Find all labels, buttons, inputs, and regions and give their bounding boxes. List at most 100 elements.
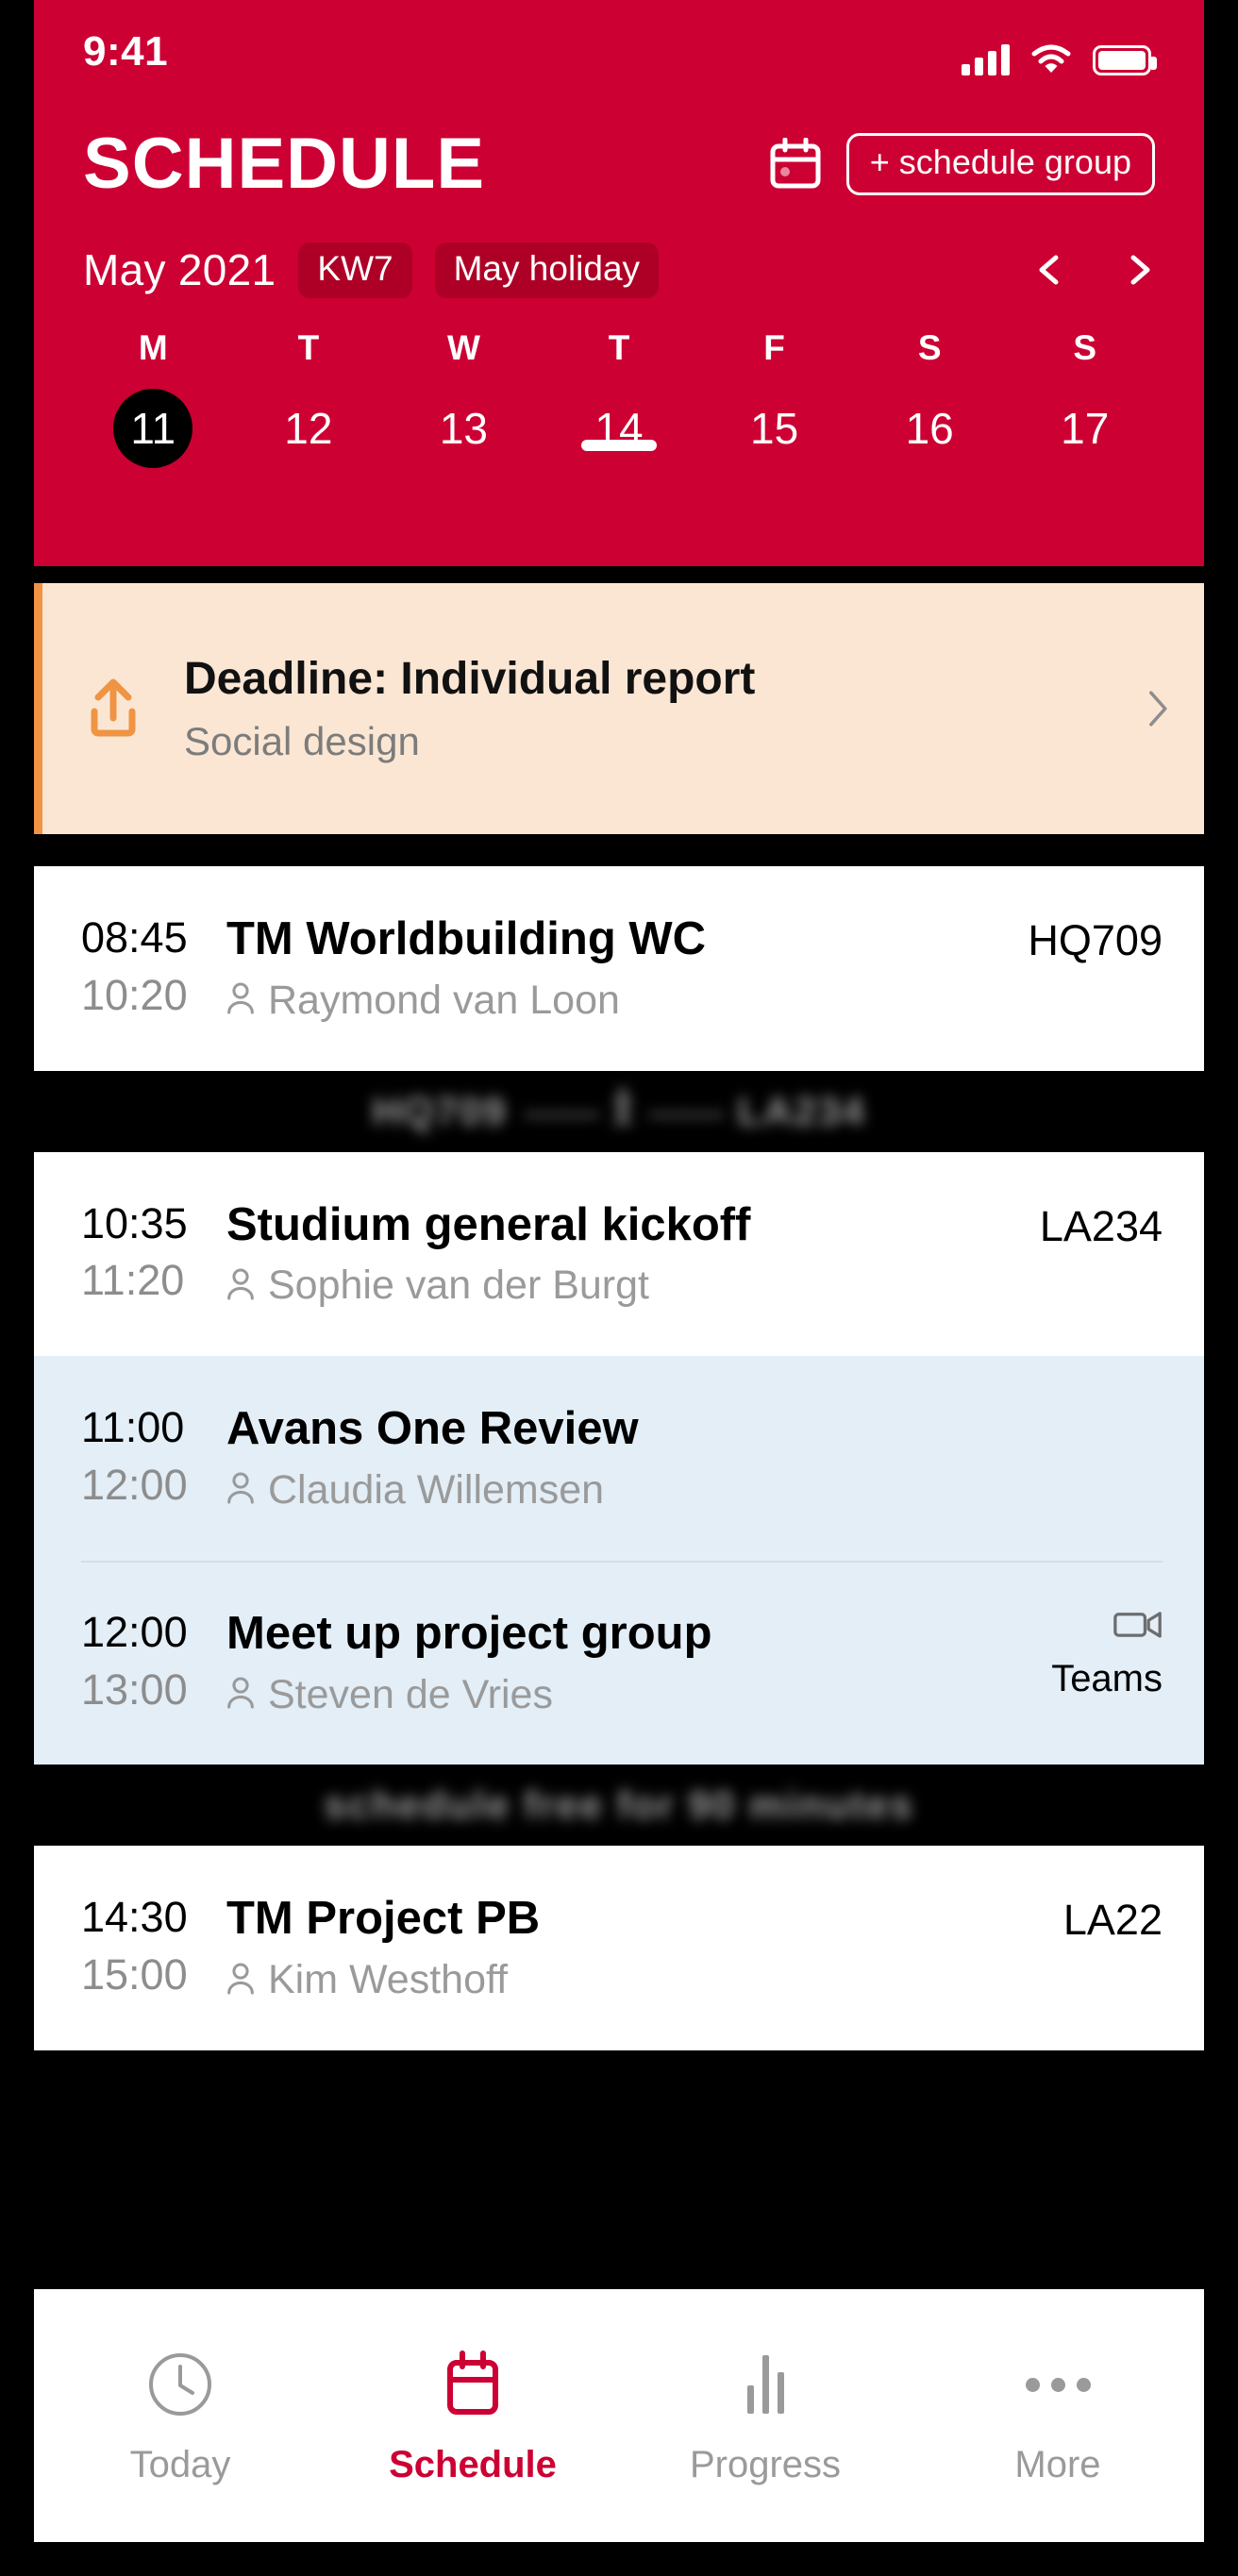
meeting-platform-label: Teams — [1051, 1657, 1163, 1699]
travel-dash-left: —— — [524, 1088, 600, 1133]
weekday-letter: W — [446, 328, 480, 367]
day-cell-16[interactable]: 16 — [852, 389, 1008, 468]
event-card[interactable]: 08:45 10:20 TM Worldbuilding WC Raymond … — [34, 866, 1204, 1071]
event-person-name: Sophie van der Burgt — [268, 1263, 649, 1309]
upload-icon — [42, 676, 184, 742]
event-main: Meet up project group Steven de Vries — [221, 1604, 1002, 1722]
day-number: 15 — [750, 404, 799, 453]
day-number: 14 — [594, 404, 644, 453]
free-time-divider: schedule free for 90 minutes — [0, 1765, 1238, 1846]
event-card[interactable]: 14:30 15:00 TM Project PB Kim Westhoff L… — [34, 1846, 1204, 2051]
event-times: 12:00 13:00 — [81, 1604, 221, 1719]
clock-icon — [146, 2348, 214, 2421]
day-number: 13 — [439, 404, 489, 453]
tab-label: Today — [129, 2444, 231, 2485]
day-cell-14[interactable]: 14 — [542, 389, 697, 468]
event-person: Kim Westhoff — [226, 1954, 1002, 2007]
header: 9:41 SCHEDULE + schedule group May 2021 … — [34, 0, 1204, 566]
person-icon — [226, 1676, 255, 1715]
event-person-name: Raymond van Loon — [268, 977, 620, 1023]
day-number: 17 — [1061, 404, 1110, 453]
event-title: Studium general kickoff — [226, 1198, 751, 1250]
travel-from: HQ709 — [372, 1088, 508, 1133]
event-title: Avans One Review — [226, 1403, 639, 1455]
event-end-time: 12:00 — [81, 1460, 188, 1509]
tab-progress[interactable]: Progress — [619, 2348, 912, 2484]
signal-bars-icon — [962, 42, 1010, 75]
weekday-letter: T — [297, 328, 320, 367]
weekday-numbers: 11 12 13 14 15 16 17 — [75, 389, 1163, 468]
status-time: 9:41 — [83, 28, 169, 75]
ellipsis-icon — [1025, 2348, 1091, 2421]
calendar-icon[interactable] — [769, 137, 822, 191]
event-start-time: 11:00 — [81, 1403, 185, 1452]
deadline-title: Deadline: Individual report — [184, 653, 756, 704]
holiday-chip[interactable]: May holiday — [434, 242, 660, 298]
chevron-left-icon[interactable] — [1034, 254, 1066, 286]
event-location: HQ709 — [1002, 910, 1163, 969]
travel-dash-right: —— — [648, 1088, 725, 1133]
day-cell-12[interactable]: 12 — [231, 389, 387, 468]
event-times: 10:35 11:20 — [81, 1196, 221, 1311]
event-main: TM Worldbuilding WC Raymond van Loon — [221, 910, 1002, 1028]
event-start-time: 08:45 — [81, 913, 188, 962]
week-number-chip[interactable]: KW7 — [298, 242, 412, 298]
add-schedule-group-button[interactable]: + schedule group — [845, 133, 1155, 195]
title-row: SCHEDULE + schedule group — [34, 104, 1204, 225]
event-start-time: 10:35 — [81, 1198, 188, 1247]
status-bar: 9:41 — [34, 0, 1204, 104]
event-person-name: Steven de Vries — [268, 1671, 553, 1717]
event-card-group[interactable]: 10:35 11:20 Studium general kickoff Soph… — [34, 1151, 1204, 1765]
travel-time-text: HQ709 —— —— LA234 — [372, 1088, 865, 1135]
video-camera-icon — [1113, 1608, 1163, 1645]
person-icon — [226, 1267, 255, 1306]
event-row[interactable]: 08:45 10:20 TM Worldbuilding WC Raymond … — [34, 866, 1204, 1071]
event-end-time: 13:00 — [81, 1664, 188, 1714]
weekday-letters: M T W T F S S — [75, 328, 1163, 389]
event-row[interactable]: 10:35 11:20 Studium general kickoff Soph… — [34, 1152, 1204, 1357]
tab-schedule[interactable]: Schedule — [326, 2348, 619, 2484]
event-person: Steven de Vries — [226, 1669, 1002, 1722]
event-times: 11:00 12:00 — [81, 1399, 221, 1514]
travel-to: LA234 — [737, 1088, 866, 1133]
day-number: 12 — [284, 404, 333, 453]
day-cell-17[interactable]: 17 — [1007, 389, 1163, 468]
walking-person-icon — [612, 1088, 632, 1135]
bar-chart-icon — [746, 2348, 784, 2421]
battery-icon — [1093, 45, 1157, 75]
event-row[interactable]: 11:00 12:00 Avans One Review Claudia Wil… — [34, 1356, 1204, 1561]
tab-more[interactable]: More — [912, 2348, 1204, 2484]
event-row[interactable]: 14:30 15:00 TM Project PB Kim Westhoff L… — [34, 1846, 1204, 2050]
day-cell-13[interactable]: 13 — [386, 389, 542, 468]
event-room: LA22 — [1062, 1896, 1163, 1945]
event-meeting-link[interactable]: Teams — [1002, 1604, 1163, 1698]
deadline-card[interactable]: Deadline: Individual report Social desig… — [34, 583, 1204, 834]
weekday-letter: S — [917, 328, 942, 367]
current-month: May 2021 — [83, 245, 276, 294]
event-title: TM Project PB — [226, 1893, 541, 1945]
tab-label: Schedule — [389, 2444, 557, 2485]
tab-label: Progress — [689, 2444, 842, 2485]
phone-screen: 9:41 SCHEDULE + schedule group May 2021 … — [0, 0, 1238, 2576]
chevron-right-icon[interactable] — [1123, 254, 1155, 286]
chevron-right-icon[interactable] — [1110, 688, 1204, 729]
bottom-tab-bar: Today Schedule Progress More — [34, 2289, 1204, 2542]
event-location — [1002, 1399, 1163, 1403]
person-icon — [226, 981, 255, 1020]
day-cell-11[interactable]: 11 — [75, 389, 231, 468]
tab-today[interactable]: Today — [34, 2348, 326, 2484]
event-location: LA234 — [1002, 1196, 1163, 1255]
day-number: 16 — [905, 404, 954, 453]
event-row[interactable]: 12:00 13:00 Meet up project group Steven… — [34, 1560, 1204, 1765]
event-location: LA22 — [1002, 1889, 1163, 1949]
sheet-drag-handle[interactable] — [581, 440, 657, 451]
weekday-letter: T — [608, 328, 630, 367]
event-end-time: 10:20 — [81, 970, 188, 1019]
week-strip: M T W T F S S 11 12 13 14 15 16 17 — [34, 328, 1204, 468]
day-cell-15[interactable]: 15 — [696, 389, 852, 468]
travel-time-divider: HQ709 —— —— LA234 — [0, 1071, 1238, 1152]
week-nav — [1034, 254, 1155, 286]
event-times: 08:45 10:20 — [81, 910, 221, 1025]
event-room: LA234 — [1039, 1201, 1163, 1250]
